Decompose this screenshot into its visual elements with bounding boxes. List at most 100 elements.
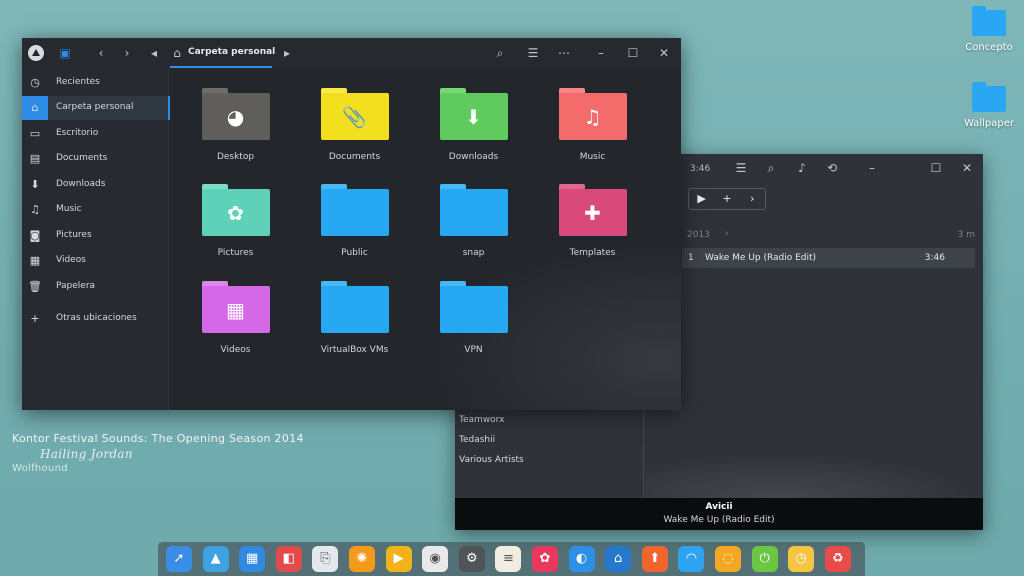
file-manager-app-icon: ▣	[59, 46, 71, 60]
folder-label: VPN	[464, 345, 483, 355]
folder-item[interactable]: ✚ Templates	[533, 184, 652, 258]
desktop-icon: ▭	[29, 127, 41, 140]
sidebar-item-label: Escritorio	[56, 128, 99, 138]
folder-icon: ⬇	[439, 88, 508, 140]
close-icon[interactable]: ✕	[657, 46, 671, 60]
folder-item[interactable]: ✿ Pictures	[176, 184, 295, 258]
sidebar-item-label: Carpeta personal	[56, 102, 134, 112]
screenshot-icon[interactable]: ⎘	[312, 546, 339, 572]
folder-label: Pictures	[217, 248, 254, 258]
sidebar-item-recientes[interactable]: ◷ Recientes	[22, 71, 168, 95]
upload-icon[interactable]: ⬆	[641, 546, 668, 572]
back-icon[interactable]: ‹	[94, 46, 108, 60]
trash-icon[interactable]: ♻	[824, 546, 851, 572]
sidebar-item-documents[interactable]: ▤ Documents	[22, 147, 168, 171]
file-manager-icon[interactable]: ◧	[275, 546, 302, 572]
deepin-logo-icon[interactable]	[28, 45, 44, 61]
menu-list-icon[interactable]: ☰	[734, 161, 748, 175]
artist-item[interactable]: Teamworx	[459, 415, 504, 425]
media-player-icon[interactable]: ▶	[385, 546, 412, 572]
folder-item[interactable]: snap	[414, 184, 533, 258]
more-icon[interactable]: ⋯	[557, 46, 571, 60]
power-icon[interactable]: ⏻	[751, 546, 778, 572]
folder-icon: ♫	[558, 88, 627, 140]
sidebar-item-label: Videos	[56, 255, 86, 265]
folder-icon: 📎	[320, 88, 389, 140]
search-icon[interactable]: ⌕	[764, 161, 778, 175]
minimize-icon[interactable]: –	[594, 46, 608, 60]
text-editor-icon[interactable]: ≡	[495, 546, 522, 572]
track-row[interactable]: 1 Wake Me Up (Radio Edit) 3:46	[682, 248, 975, 268]
settings-icon[interactable]: ⚙	[458, 546, 485, 572]
maximize-icon[interactable]: ☐	[626, 46, 640, 60]
document-icon: ▤	[29, 152, 41, 165]
folder-icon: ✿	[201, 184, 270, 236]
sidebar-item-otras-ubicaciones[interactable]: + Otras ubicaciones	[22, 307, 168, 331]
folder-icon	[320, 184, 389, 236]
rocket-launcher-icon[interactable]: ➚	[166, 546, 192, 572]
folder-item[interactable]: ⬇ Downloads	[414, 88, 533, 162]
sidebar-item-escritorio[interactable]: ▭ Escritorio	[22, 122, 168, 146]
chrome-icon[interactable]: ◉	[422, 546, 449, 572]
folder-item[interactable]: VirtualBox VMs	[295, 281, 414, 355]
sidebar-item-downloads[interactable]: ⬇ Downloads	[22, 173, 168, 197]
film-icon: ▦	[29, 254, 41, 267]
folder-item[interactable]: 📎 Documents	[295, 88, 414, 162]
sidebar-item-carpeta-personal[interactable]: ⌂ Carpeta personal	[22, 96, 168, 120]
track-number: 1	[688, 253, 694, 263]
folder-icon	[439, 184, 508, 236]
folder-item[interactable]: ◕ Desktop	[176, 88, 295, 162]
folder-item[interactable]: ▦ Videos	[176, 281, 295, 355]
forward-icon[interactable]: ›	[120, 46, 134, 60]
multitask-view-icon[interactable]: ▦	[239, 546, 266, 572]
trash-icon: 🗑	[28, 280, 42, 293]
folder-icon	[972, 82, 1006, 112]
breadcrumb-right-icon[interactable]: ▸	[280, 46, 294, 60]
wifi-icon[interactable]: ◠	[678, 546, 705, 572]
chevron-right-icon[interactable]: ›	[725, 229, 729, 239]
breadcrumb-left-icon[interactable]: ◂	[147, 46, 161, 60]
sidebar-item-music[interactable]: ♫ Music	[22, 198, 168, 222]
sidebar-item-label: Recientes	[56, 77, 100, 87]
add-icon[interactable]: +	[714, 189, 739, 209]
sidebar-item-pictures[interactable]: ◙ Pictures	[22, 224, 168, 248]
store-icon[interactable]: ⌂	[605, 546, 632, 572]
folder-item[interactable]: ♫ Music	[533, 88, 652, 162]
now-playing-bar[interactable]: Avicii Wake Me Up (Radio Edit)	[455, 498, 983, 530]
maximize-icon[interactable]: ☐	[929, 161, 943, 175]
chevron-right-icon[interactable]: ›	[740, 189, 765, 209]
breadcrumb-current[interactable]: Carpeta personal	[188, 47, 275, 57]
home-icon[interactable]: ⌂	[170, 46, 184, 60]
play-icon[interactable]: ▶	[689, 189, 714, 209]
search-icon[interactable]: ⌕	[493, 46, 507, 60]
list-view-icon[interactable]: ☰	[526, 46, 540, 60]
sidebar-item-papelera[interactable]: 🗑 Papelera	[22, 275, 168, 299]
download-icon: ⬇	[30, 178, 40, 191]
desktop-folder-wallpaper[interactable]: Wallpaper	[949, 82, 1024, 129]
track-title: Wake Me Up (Radio Edit)	[705, 253, 817, 263]
minimize-icon[interactable]: –	[865, 161, 879, 175]
folder-icon: ◕	[201, 88, 270, 140]
finder-icon[interactable]: ◐	[568, 546, 595, 572]
camera-icon: ◙	[29, 229, 41, 242]
home-icon: ⌂	[22, 96, 48, 120]
orange-app-icon[interactable]: ✺	[349, 546, 375, 572]
folder-icon: ✚	[558, 184, 627, 236]
music-app-icon[interactable]: ✿	[532, 546, 558, 572]
image-viewer-icon[interactable]: ▲	[202, 546, 229, 572]
folder-label: Templates	[569, 248, 616, 258]
artist-item[interactable]: Various Artists	[459, 455, 524, 465]
folder-item[interactable]: VPN	[414, 281, 533, 355]
close-icon[interactable]: ✕	[960, 161, 974, 175]
folder-icon: ▦	[201, 281, 270, 333]
folder-label: Music	[579, 152, 606, 162]
orange-circle-icon[interactable]: ◌	[715, 546, 741, 572]
desktop-folder-concepto[interactable]: Concepto	[949, 6, 1024, 53]
folder-item[interactable]: Public	[295, 184, 414, 258]
sidebar-item-videos[interactable]: ▦ Videos	[22, 249, 168, 273]
artist-item[interactable]: Tedashii	[459, 435, 495, 445]
clock-widget-icon[interactable]: ◷	[788, 546, 815, 572]
sidebar-item-label: Otras ubicaciones	[56, 313, 137, 323]
repeat-icon[interactable]: ⟲	[825, 161, 839, 175]
music-note-icon[interactable]: ♪	[795, 161, 809, 175]
